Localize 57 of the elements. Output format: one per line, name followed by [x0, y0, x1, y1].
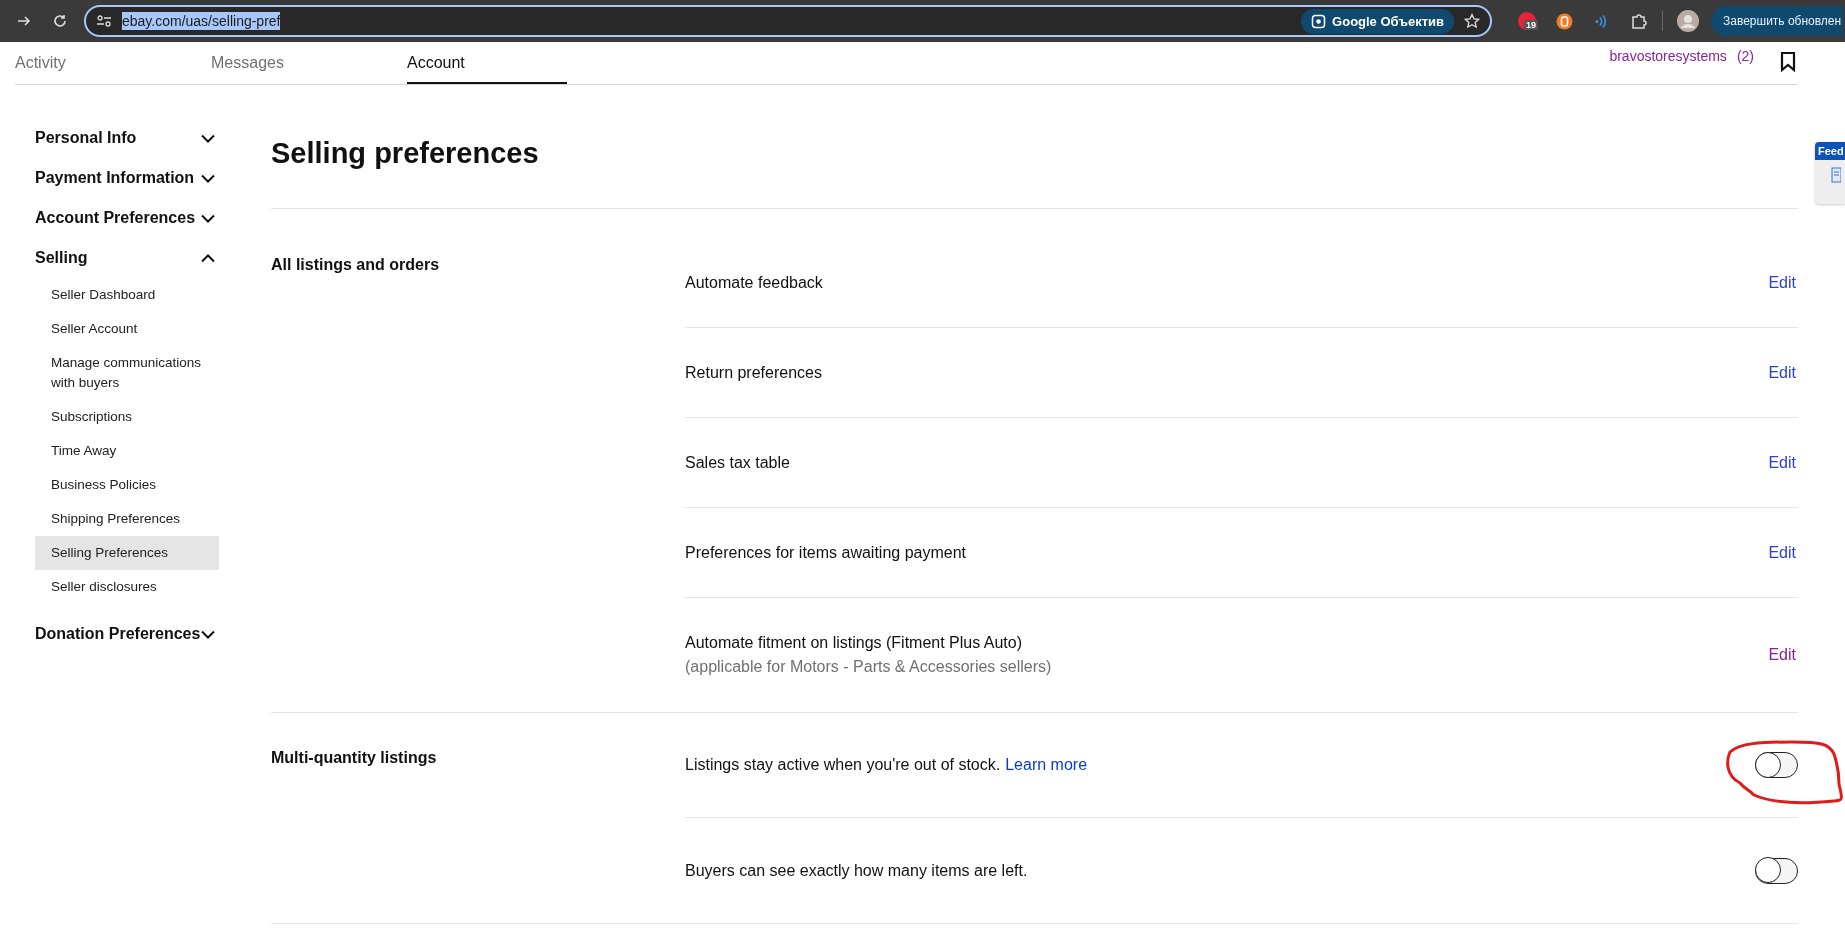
section-title: Multi-quantity listings: [271, 748, 438, 768]
sidebar-section[interactable]: Payment Information: [35, 158, 219, 198]
puzzle-icon[interactable]: [1630, 12, 1648, 30]
sidebar-item[interactable]: Business Policies: [35, 468, 219, 502]
sidebar-item[interactable]: Seller Account: [35, 312, 219, 346]
b-circle-icon[interactable]: [1556, 12, 1573, 30]
reload-icon[interactable]: [52, 13, 68, 29]
chevron-up-icon: [201, 253, 215, 263]
edit-link[interactable]: Edit: [1768, 453, 1796, 472]
avatar-icon[interactable]: [1677, 10, 1699, 32]
setting-note: (applicable for Motors - Parts & Accessories sellers): [685, 658, 1053, 676]
bookmark-icon[interactable]: [1780, 50, 1796, 72]
sidebar-item[interactable]: Selling Preferences: [35, 536, 219, 570]
page-title: Selling preferences: [271, 85, 1798, 209]
setting-label: Automate feedback: [685, 273, 824, 292]
setting-label: Listings stay active when you're out of stock. Learn more: [685, 756, 1089, 774]
sidebar-item[interactable]: Shipping Preferences: [35, 502, 219, 536]
feedback-tab[interactable]: Feed: [1815, 142, 1845, 204]
setting-label: Buyers can see exactly how many items are left.: [685, 861, 1029, 880]
setting-label: Sales tax table: [685, 453, 791, 472]
update-button[interactable]: Завершить обновлен: [1711, 6, 1844, 36]
lens-button[interactable]: Google Объектив: [1301, 8, 1454, 34]
star-icon[interactable]: [1464, 13, 1480, 29]
toggle-switch[interactable]: [1755, 857, 1798, 884]
chevron-down-icon: [201, 133, 215, 143]
setting-label: Return preferences: [685, 363, 823, 382]
sidebar-item[interactable]: Manage communications with buyers: [35, 346, 219, 400]
nav-tab[interactable]: Messages: [211, 42, 407, 84]
chevron-down-icon: [201, 213, 215, 223]
sidebar-section[interactable]: Personal Info: [35, 118, 219, 158]
form-icon: [1831, 167, 1841, 183]
chevron-down-icon: [201, 173, 215, 183]
sidebar-item[interactable]: Subscriptions: [35, 400, 219, 434]
adblock-icon[interactable]: 19: [1518, 12, 1536, 30]
sidebar-section[interactable]: Donation Preferences: [35, 614, 219, 654]
notification-count: (2): [1736, 48, 1754, 64]
sidebar-item[interactable]: Time Away: [35, 434, 219, 468]
setting-label: Preferences for items awaiting payment: [685, 543, 967, 562]
lens-icon: [1311, 13, 1327, 29]
edit-link[interactable]: Edit: [1768, 273, 1796, 292]
sidebar-section[interactable]: Account Preferences: [35, 198, 219, 238]
edit-link[interactable]: Edit: [1768, 543, 1796, 562]
section-title: All listings and orders: [271, 255, 441, 275]
edit-link[interactable]: Edit: [1768, 363, 1796, 382]
extension-badge: 19: [1524, 20, 1538, 30]
sidebar-section[interactable]: Selling: [35, 238, 219, 278]
sidebar-item[interactable]: Seller Dashboard: [35, 278, 219, 312]
setting-label: Automate fitment on listings (Fitment Plus Auto): [685, 634, 1024, 652]
toggle-switch[interactable]: [1755, 752, 1798, 778]
edit-link[interactable]: Edit: [1768, 646, 1796, 664]
nav-tab[interactable]: Activity: [15, 42, 211, 84]
sidebar-item[interactable]: Seller disclosures: [35, 570, 219, 604]
nav-tab[interactable]: Account: [407, 42, 567, 84]
chevron-down-icon: [201, 629, 215, 639]
site-settings-icon[interactable]: [96, 14, 112, 28]
learn-more-link[interactable]: Learn more: [1005, 756, 1088, 773]
username-link[interactable]: bravostoresystems: [1609, 48, 1727, 64]
